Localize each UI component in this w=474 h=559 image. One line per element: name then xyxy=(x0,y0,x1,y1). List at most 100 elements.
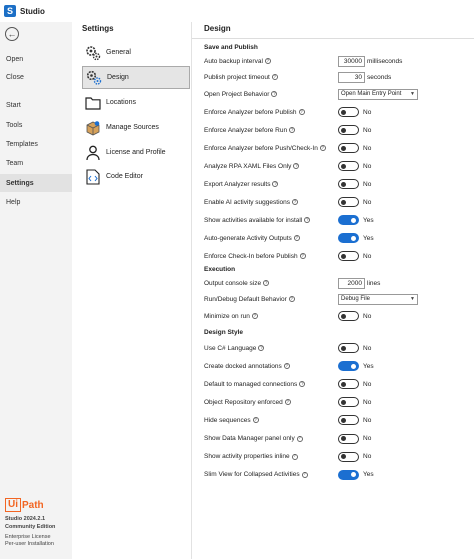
category-label: Design xyxy=(107,74,129,81)
run-debug-dropdown[interactable]: Debug File ▼ xyxy=(338,293,418,305)
category-design[interactable]: Design xyxy=(82,66,190,89)
enable-ai-activity-suggestions-toggle[interactable] xyxy=(338,197,359,207)
setting-label: Output console size xyxy=(204,279,262,287)
setting-label: Hide sequences xyxy=(204,416,251,424)
toggle-state: No xyxy=(363,108,372,116)
toggle-state: Yes xyxy=(363,234,374,242)
back-arrow-icon[interactable]: ← xyxy=(5,27,19,41)
setting-label: Show activities available for install xyxy=(204,216,303,224)
help-icon[interactable]: ? xyxy=(299,381,306,388)
open-behavior-dropdown[interactable]: Open Main Entry Point ▼ xyxy=(338,88,418,100)
row-enable-ai-activity-suggestions: Enable AI activity suggestions? No xyxy=(204,196,464,208)
installation-text: Per-user Installation xyxy=(5,541,54,547)
help-icon[interactable]: ? xyxy=(289,127,296,133)
package-icon xyxy=(84,120,102,136)
analyze-rpa-xaml-files-only-toggle[interactable] xyxy=(338,161,359,171)
toggle-state: Yes xyxy=(363,216,374,224)
nav-settings[interactable]: Settings xyxy=(0,174,72,192)
create-docked-annotations-toggle[interactable] xyxy=(338,361,359,372)
toggle-knob xyxy=(341,399,346,405)
help-icon[interactable]: ? xyxy=(272,181,279,187)
logo-ui: Ui xyxy=(5,498,21,512)
row-output-console: Output console size? 2000 lines xyxy=(204,277,464,289)
auto-backup-input[interactable]: 30000 xyxy=(338,55,365,67)
version-text: Studio 2024.2.1 xyxy=(5,516,46,522)
toggle-knob xyxy=(341,436,346,441)
toggle-state: No xyxy=(363,126,372,134)
show-activities-available-for-install-toggle[interactable] xyxy=(338,215,359,225)
nav-close[interactable]: Close xyxy=(0,68,72,86)
help-icon[interactable]: ? xyxy=(293,163,300,169)
toggle-state: No xyxy=(363,416,372,424)
setting-label: Slim View for Collapsed Activities xyxy=(204,471,300,479)
nav-help[interactable]: Help xyxy=(0,193,72,211)
nav-open[interactable]: Open xyxy=(0,50,72,68)
enforce-analyzer-before-push-check-in-toggle[interactable] xyxy=(338,143,359,153)
help-icon[interactable]: ? xyxy=(301,471,308,478)
setting-label: Open Project Behavior xyxy=(204,90,270,98)
setting-label: Publish project timeout xyxy=(204,73,270,81)
toggle-knob xyxy=(341,454,346,460)
help-icon[interactable]: ? xyxy=(283,363,290,370)
help-icon[interactable]: ? xyxy=(284,399,291,406)
row-enforce-analyzer-before-publish: Enforce Analyzer before Publish? No xyxy=(204,106,464,118)
help-icon[interactable]: ? xyxy=(252,417,259,424)
help-icon[interactable]: ? xyxy=(258,345,265,351)
object-repository-enforced-toggle[interactable] xyxy=(338,397,359,408)
output-console-input[interactable]: 2000 xyxy=(338,277,365,289)
row-export-analyzer-results: Export Analyzer results? No xyxy=(204,178,464,190)
help-icon[interactable]: ? xyxy=(288,296,295,302)
show-data-manager-panel-only-toggle[interactable] xyxy=(338,433,359,444)
category-code-editor[interactable]: Code Editor xyxy=(82,165,190,188)
setting-label: Enforce Analyzer before Push/Check-In xyxy=(204,144,318,152)
row-use-c-language: Use C# Language? No xyxy=(204,342,464,354)
unit-label: lines xyxy=(367,279,381,287)
toggle-knob xyxy=(351,472,356,478)
studio-window: S Studio ← Open Close Start Tools Templa… xyxy=(0,0,474,559)
toggle-state: No xyxy=(363,312,372,320)
nav-start[interactable]: Start xyxy=(0,96,72,114)
category-locations[interactable]: Locations xyxy=(82,91,190,114)
slim-view-for-collapsed-activities-toggle[interactable] xyxy=(338,469,359,480)
gears-icon xyxy=(84,45,102,61)
minimize-on-run-toggle[interactable] xyxy=(338,311,359,321)
help-icon[interactable]: ? xyxy=(251,313,258,319)
section-design-style: Design Style xyxy=(204,329,244,336)
auto-generate-activity-outputs-toggle[interactable] xyxy=(338,233,359,243)
setting-label: Enforce Analyzer before Run xyxy=(204,126,288,134)
setting-label: Show activity properties inline xyxy=(204,453,290,461)
category-general[interactable]: General xyxy=(82,41,190,64)
publish-timeout-input[interactable]: 30 xyxy=(338,71,365,83)
row-enforce-analyzer-before-push-check-in: Enforce Analyzer before Push/Check-In? No xyxy=(204,142,464,154)
help-icon[interactable]: ? xyxy=(271,91,278,97)
dropdown-value: Debug File xyxy=(341,296,371,302)
help-icon[interactable]: ? xyxy=(264,58,271,64)
help-icon[interactable]: ? xyxy=(271,74,278,80)
default-to-managed-connections-toggle[interactable] xyxy=(338,379,359,390)
enforce-analyzer-before-publish-toggle[interactable] xyxy=(338,107,359,117)
enforce-analyzer-before-run-toggle[interactable] xyxy=(338,125,359,135)
category-manage-sources[interactable]: Manage Sources xyxy=(82,116,190,139)
help-icon[interactable]: ? xyxy=(319,145,326,151)
nav-team[interactable]: Team xyxy=(0,154,72,172)
show-activity-properties-inline-toggle[interactable] xyxy=(338,451,359,462)
nav-tools[interactable]: Tools xyxy=(0,116,72,134)
toggle-state: No xyxy=(363,198,372,206)
help-icon[interactable]: ? xyxy=(292,199,298,205)
help-icon[interactable]: ? xyxy=(293,235,300,241)
help-icon[interactable]: ? xyxy=(304,217,311,223)
use-c-language-toggle[interactable] xyxy=(338,343,359,353)
export-analyzer-results-toggle[interactable] xyxy=(338,179,359,189)
category-license-profile[interactable]: License and Profile xyxy=(82,141,190,164)
section-save-publish: Save and Publish xyxy=(204,44,258,51)
setting-label: Object Repository enforced xyxy=(204,398,283,406)
hide-sequences-toggle[interactable] xyxy=(338,415,359,426)
help-icon[interactable]: ? xyxy=(298,109,305,115)
nav-templates[interactable]: Templates xyxy=(0,135,72,153)
help-icon[interactable]: ? xyxy=(299,253,306,259)
help-icon[interactable]: ? xyxy=(291,453,298,460)
help-icon[interactable]: ? xyxy=(263,280,270,286)
help-icon[interactable]: ? xyxy=(296,435,303,442)
enforce-check-in-before-publish-toggle[interactable] xyxy=(338,251,359,261)
row-run-debug: Run/Debug Default Behavior? Debug File ▼ xyxy=(204,293,464,305)
